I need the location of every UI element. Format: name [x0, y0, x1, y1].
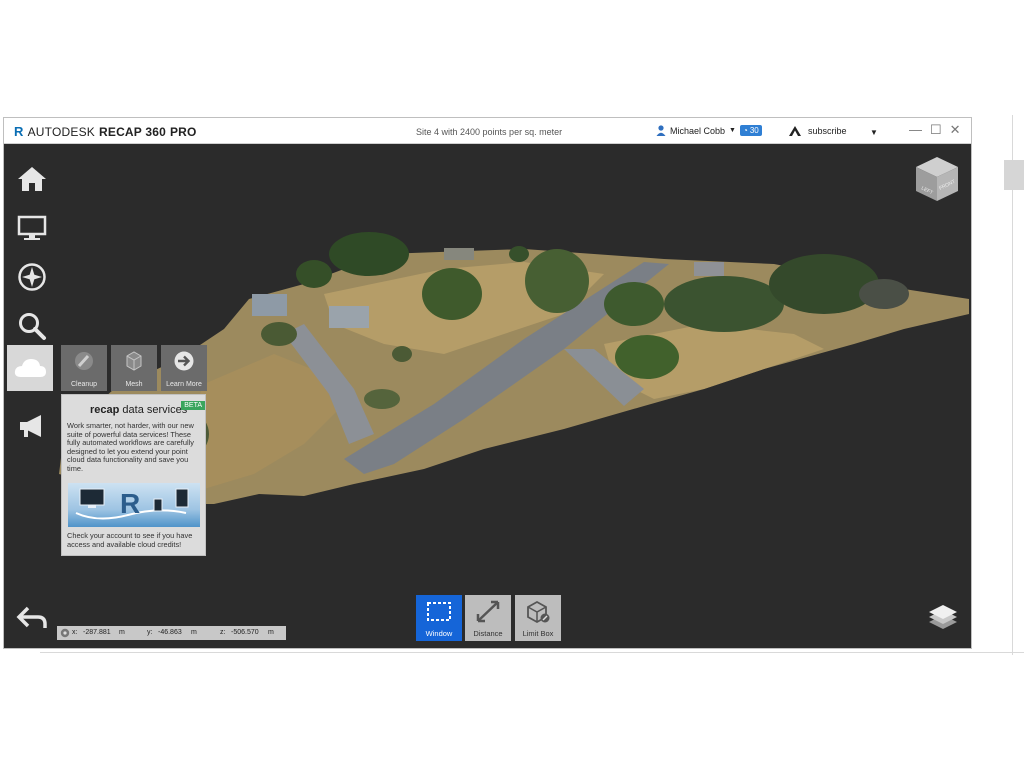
layers-icon [929, 605, 957, 629]
dashed-rectangle-icon [427, 602, 451, 621]
window-tool-label: Window [425, 629, 453, 638]
cloud-credits-count: 30 [749, 126, 759, 135]
product-edition: PRO [169, 124, 197, 139]
chevron-down-icon[interactable]: ▼ [870, 128, 878, 137]
layers-button[interactable] [926, 602, 960, 632]
navigation-button[interactable] [12, 257, 52, 297]
title-rest: data services [119, 404, 188, 416]
limit-box-tool[interactable]: Limit Box [515, 595, 561, 641]
y-unit: m [191, 629, 197, 636]
tree [525, 249, 589, 313]
close-button[interactable]: ✕ [950, 122, 961, 138]
background-window-edge [1012, 115, 1013, 655]
minimize-button[interactable]: — [909, 122, 922, 138]
x-label: x: [72, 629, 78, 636]
tree [604, 282, 664, 326]
autodesk-a-logo-icon [789, 126, 801, 136]
search-icon [19, 313, 46, 340]
tree [261, 322, 297, 346]
search-button[interactable] [12, 306, 52, 346]
z-label: z: [220, 629, 226, 636]
shrub [859, 279, 909, 309]
shrub [509, 246, 529, 262]
building [444, 248, 474, 260]
title-bar: R AUTODESK RECAP 360 PRO Site 4 with 240… [4, 118, 971, 144]
learn-more-tile[interactable]: Learn More [161, 345, 207, 391]
z-value: -506.570 [231, 629, 259, 636]
background-scrollbar-thumb[interactable] [1004, 160, 1024, 190]
clock-icon: ◔ [742, 126, 748, 135]
recap-window: R AUTODESK RECAP 360 PRO Site 4 with 240… [3, 117, 972, 649]
background-window-edge [40, 652, 1024, 653]
home-icon [18, 167, 46, 191]
tree-line [664, 276, 784, 332]
tree [296, 260, 332, 288]
viewcube[interactable]: LEFT FRONT [913, 154, 961, 204]
cloud-credits-badge[interactable]: ◔ 30 [739, 125, 762, 136]
shrub [364, 389, 400, 409]
user-icon [656, 125, 666, 136]
point-cloud-viewport[interactable]: Cleanup Mesh Learn More recap data servi… [4, 144, 971, 648]
tree-line [769, 254, 879, 314]
building [252, 294, 287, 316]
tree-line [329, 232, 409, 276]
data-services-footer: Check your account to see if you have ac… [67, 531, 193, 549]
distance-tool-label: Distance [473, 629, 503, 638]
maximize-button[interactable]: ☐ [930, 122, 942, 138]
title-bold: recap [90, 404, 120, 416]
data-services-title: recap data services [90, 404, 187, 416]
home-button[interactable] [12, 159, 52, 199]
monitor-icon [17, 215, 47, 240]
cloud-services-button[interactable] [7, 345, 53, 391]
cleanup-service-tile[interactable]: Cleanup [61, 345, 107, 391]
mesh-icon [126, 351, 142, 371]
undo-arrow-icon [16, 606, 47, 628]
tree [422, 268, 482, 320]
limit-box-icon [527, 600, 550, 624]
megaphone-icon [20, 415, 41, 437]
brand-name: AUTODESK [27, 124, 95, 139]
y-label: y: [147, 629, 153, 636]
data-services-panel: recap data services BETA Work smarter, n… [61, 394, 206, 556]
cleanup-label: Cleanup [70, 381, 98, 388]
distance-tool[interactable]: Distance [465, 595, 511, 641]
building [329, 306, 369, 328]
document-title: Site 4 with 2400 points per sq. meter [416, 127, 563, 137]
building [694, 262, 724, 276]
user-menu[interactable]: Michael Cobb ▼ ◔ 30 [656, 125, 762, 136]
limit-box-tool-label: Limit Box [522, 629, 554, 638]
brush-icon [75, 352, 93, 370]
arrow-right-circle-icon [174, 351, 194, 371]
coordinates-readout: x: -287.881 m y: -46.863 m z: -506.570 m [57, 626, 286, 640]
data-services-illustration: R [68, 483, 200, 527]
learn-more-label: Learn More [166, 381, 202, 388]
y-value: -46.863 [158, 629, 182, 636]
product-name: RECAP 360 [99, 124, 166, 139]
distance-arrow-icon [476, 600, 500, 623]
subscribe-link[interactable]: subscribe [788, 125, 847, 137]
window-select-tool[interactable]: Window [416, 595, 462, 641]
display-settings-button[interactable] [12, 208, 52, 248]
autodesk-r-logo-icon: R [14, 124, 24, 139]
user-name: Michael Cobb [670, 125, 726, 136]
z-unit: m [268, 629, 274, 636]
cloud-icon [14, 359, 46, 377]
compass-icon [18, 263, 46, 291]
crosshair-icon [60, 628, 70, 638]
back-button[interactable] [16, 604, 48, 632]
window-controls: — ☐ ✕ [909, 122, 961, 138]
app-logo: R AUTODESK RECAP 360 PRO [14, 124, 197, 139]
mesh-label: Mesh [125, 381, 143, 388]
chevron-down-icon[interactable]: ▼ [729, 127, 736, 134]
data-services-description: Work smarter, not harder, with our new s… [67, 421, 194, 473]
subscribe-label: subscribe [808, 126, 847, 136]
beta-badge: BETA [181, 401, 205, 410]
tree [615, 335, 679, 379]
svg-text:R: R [120, 488, 140, 519]
mesh-service-tile[interactable]: Mesh [111, 345, 157, 391]
x-unit: m [119, 629, 125, 636]
announcements-button[interactable] [12, 406, 52, 446]
shrub [392, 346, 412, 362]
x-value: -287.881 [83, 629, 111, 636]
